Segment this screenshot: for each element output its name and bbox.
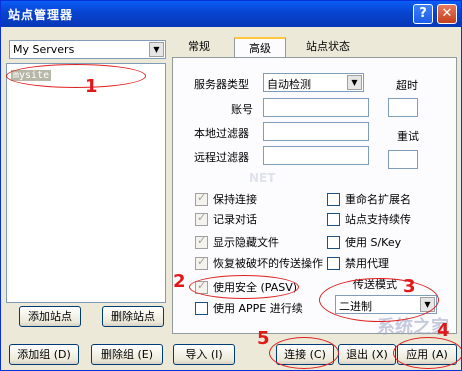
rename-ext-checkbox[interactable] [327,193,340,206]
rename-ext-label: 重命名扩展名 [345,193,411,206]
site-resume-label: 站点支持续传 [345,213,411,226]
log-session-label: 记录对话 [213,213,257,226]
appe-label: 使用 APPE 进行续 [213,302,303,315]
tab-advanced[interactable]: 高级 [234,37,286,58]
help-button[interactable]: ? [413,4,433,24]
annotation-ellipse-4 [393,337,461,369]
delete-group-button[interactable]: 删除组 (E) [91,344,163,365]
disable-proxy-label: 禁用代理 [345,257,389,270]
add-group-button[interactable]: 添加组 (D) [9,344,79,365]
appe-checkbox[interactable] [195,302,208,315]
tab-site-status[interactable]: 站点状态 [297,37,359,58]
keep-alive-label: 保持连接 [213,193,257,206]
show-hidden-label: 显示隐藏文件 [213,236,279,249]
resume-transfer-label: 恢复被破坏的传送操作 [213,257,323,270]
site-resume-checkbox[interactable] [327,213,340,226]
annotation-number-3: 3 [403,276,416,297]
show-hidden-checkbox[interactable] [195,234,208,249]
annotation-number-4: 4 [437,320,450,341]
site-tree[interactable]: mysite [6,63,166,303]
timeout-input[interactable] [388,98,418,117]
timeout-label: 超时 [396,79,418,92]
exit-button[interactable]: 退出 (X) [338,344,396,365]
annotation-ellipse-2 [189,275,299,299]
delete-site-button[interactable]: 删除站点 [102,306,164,327]
server-type-value: 自动检测 [267,78,311,91]
chevron-down-icon[interactable]: ▼ [347,75,362,90]
close-button[interactable]: ✕ [437,4,457,24]
site-group-value: My Servers [13,43,75,56]
annotation-ellipse-5 [269,337,339,369]
annotation-ellipse-3 [319,278,439,322]
server-type-label: 服务器类型 [194,78,249,91]
watermark-text: NET [249,171,276,185]
title-bar: 站点管理器 ? ✕ [1,1,461,27]
disable-proxy-checkbox[interactable] [327,257,340,270]
annotation-number-5: 5 [257,328,270,349]
retry-label: 重试 [397,130,419,143]
account-label: 账号 [231,103,253,116]
local-filter-input[interactable] [263,122,369,141]
tab-general[interactable]: 常规 [181,37,217,58]
chevron-down-icon[interactable]: ▼ [149,42,164,57]
log-session-checkbox[interactable] [195,211,208,226]
annotation-number-2: 2 [173,271,186,292]
skey-checkbox[interactable] [327,236,340,249]
site-group-select[interactable]: My Servers ▼ [9,40,166,59]
annotation-ellipse-1 [6,64,146,88]
add-site-button[interactable]: 添加站点 [19,306,81,327]
local-filter-label: 本地过滤器 [194,127,249,140]
remote-filter-input[interactable] [263,146,369,165]
resume-transfer-checkbox[interactable] [195,255,208,270]
server-type-select[interactable]: 自动检测 ▼ [263,73,364,92]
account-input[interactable] [263,98,369,117]
keep-alive-checkbox[interactable] [195,191,208,206]
annotation-number-1: 1 [85,76,98,97]
import-button[interactable]: 导入 (I) [173,344,235,365]
site-manager-window: 站点管理器 ? ✕ My Servers ▼ mysite 常规 高级 站点状态… [0,0,462,371]
retry-input[interactable] [388,150,418,169]
window-title: 站点管理器 [8,8,74,22]
skey-label: 使用 S/Key [345,236,402,249]
remote-filter-label: 远程过滤器 [194,151,249,164]
